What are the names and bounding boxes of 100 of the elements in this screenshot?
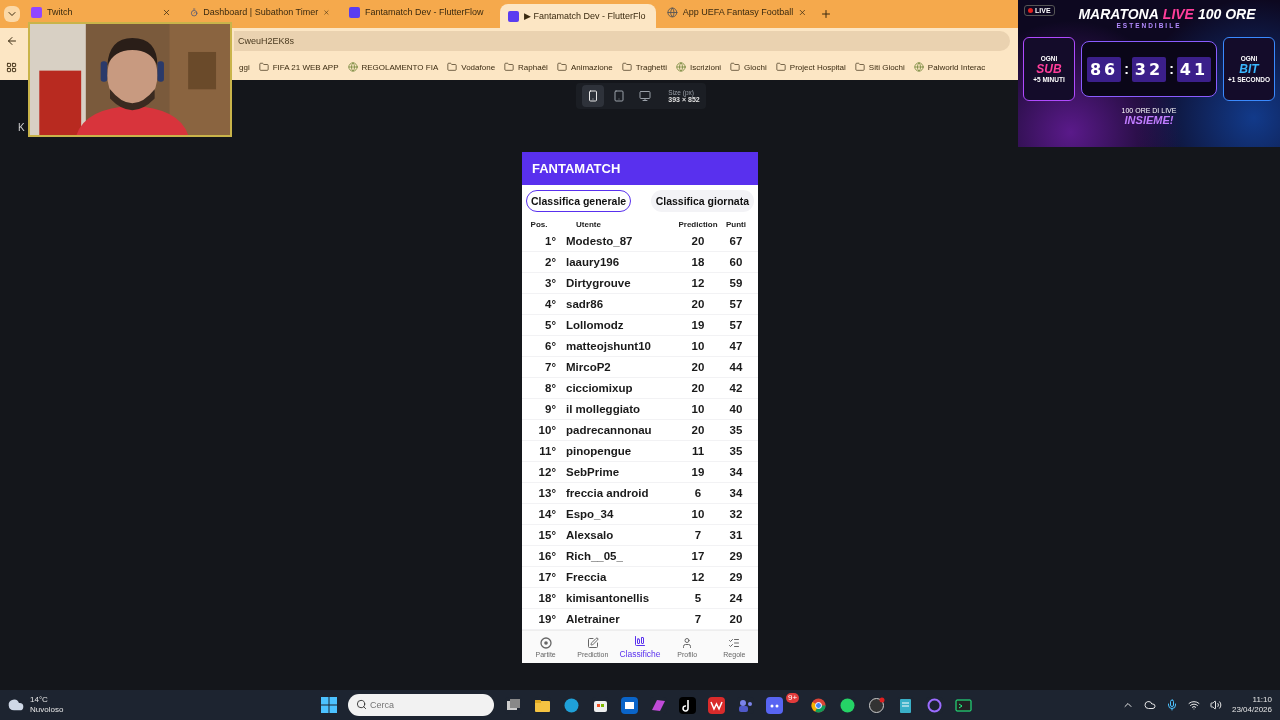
table-cell-text: 10 [690, 403, 706, 415]
table-cell-text: 17 [690, 550, 706, 562]
tablet-icon [613, 90, 626, 102]
table-cell-text: 19 [690, 319, 706, 331]
address-field[interactable]: CweuH2EK8s [234, 31, 1010, 51]
bookmark[interactable]: REGOLAMENTO FIA [347, 62, 439, 72]
bookmark[interactable]: FIFA 21 WEB APP [258, 62, 339, 72]
table-cell-text: kimisantonellis [565, 592, 651, 604]
table-cell-text: 17° [537, 571, 556, 583]
table-cell-text: Aletrainer [565, 613, 621, 625]
globe-icon [676, 62, 686, 72]
bookmark[interactable]: ggi [239, 62, 250, 72]
timer-digits: 41 [1176, 56, 1212, 82]
table-cell-text: 19 [690, 466, 706, 478]
mic-icon[interactable] [1165, 699, 1178, 711]
bookmark[interactable]: Giochi [730, 62, 767, 72]
table-cell-text: 6° [544, 340, 556, 352]
table-cell-text: Lollomodz [565, 319, 625, 331]
table-cell-text: 5° [544, 319, 556, 331]
note-icon [678, 695, 697, 715]
column-header: Pos. [529, 219, 549, 229]
table-cell-text: 32 [728, 508, 744, 520]
table-cell-text: Rich__05_ [565, 550, 624, 562]
bookmark[interactable]: Animazione [556, 62, 613, 72]
table-cell-text: padrecannonau [565, 424, 653, 436]
ranking-tab[interactable]: Classifica generale [526, 190, 632, 212]
browser-tab[interactable]: Fantamatch Dev - FlutterFlow [341, 4, 497, 20]
table-cell-text: 47 [728, 340, 744, 352]
table-cell-text: 57 [728, 319, 744, 331]
table-cell-text: 29 [728, 571, 744, 583]
browser-tab[interactable]: ▶ Fantamatch Dev - FlutterFlo [500, 4, 656, 28]
arrow-left-icon [6, 35, 18, 47]
taskbar-app[interactable] [678, 695, 697, 715]
app-logo-icon [349, 6, 360, 18]
table-cell-text: 15° [537, 529, 556, 541]
cloud-icon[interactable] [1143, 699, 1156, 711]
nav-item[interactable]: Classifiche [616, 631, 664, 663]
notification-badge: 9+ [786, 693, 800, 703]
table-cell-text: 59 [728, 277, 744, 289]
column-header: Punti [725, 219, 747, 229]
temperature: 14°C [30, 695, 49, 705]
network-icon[interactable] [1187, 699, 1200, 711]
device-button[interactable] [582, 85, 605, 107]
table-cell-text: sadr86 [565, 298, 605, 310]
panel-title: SUB [1036, 62, 1062, 76]
table-cell-text: 5 [693, 592, 703, 604]
bookmark[interactable]: Siti Giochi [854, 62, 905, 72]
cloud-icon [8, 697, 24, 713]
table-cell-text: 3° [544, 277, 556, 289]
bookmark[interactable]: Iscrizioni [676, 62, 722, 72]
folder-icon [258, 62, 269, 72]
table-cell-text: 20 [690, 382, 706, 394]
timer-digits: 32 [1131, 56, 1167, 82]
ball-icon [539, 636, 552, 649]
table-cell-text: il molleggiato [565, 403, 642, 415]
tab-list-button[interactable] [4, 6, 20, 22]
table-cell-text: 7 [693, 613, 703, 625]
table-cell-text: 8° [544, 382, 556, 394]
table-cell-text: 29 [728, 550, 744, 562]
table-cell-text: laaury196 [565, 256, 621, 268]
table-cell-text: 1° [544, 235, 556, 247]
search-field[interactable]: Cerca [348, 694, 494, 716]
user-icon [681, 636, 694, 649]
phone-icon [587, 90, 600, 102]
table-cell-text: SebPrime [565, 466, 621, 478]
table-cell-text: 34 [728, 487, 744, 499]
browser-tab[interactable]: App UEFA Fantasy Football [659, 4, 815, 20]
disc-icon [867, 695, 887, 715]
grid-icon [6, 61, 17, 73]
bookmark[interactable]: Traghetti [621, 62, 667, 72]
table-cell-text: 2° [544, 256, 556, 268]
table-cell-text: 12 [690, 571, 706, 583]
bookmark[interactable]: Vodafone [447, 62, 496, 72]
close-icon[interactable] [162, 7, 171, 17]
table-cell-text: 19° [537, 613, 556, 625]
table-cell-text: freccia android [565, 487, 650, 499]
table-cell-text: 13° [537, 487, 556, 499]
windows-logo-icon[interactable] [320, 696, 338, 714]
table-cell-text: 40 [728, 403, 744, 415]
speaker-icon[interactable] [1209, 699, 1222, 711]
table-cell-text: 6 [693, 487, 703, 499]
table-cell-text: 24 [728, 592, 744, 604]
browser-tab[interactable]: Dashboard | Subathon Timer [182, 4, 338, 20]
browser-tab[interactable]: Twitch [23, 4, 179, 20]
bookmark[interactable]: Palworld Interac [913, 62, 986, 72]
close-icon[interactable] [798, 7, 807, 17]
monitor-icon [639, 90, 652, 102]
bookmark[interactable]: Project Hospital [775, 62, 846, 72]
taskbar-app[interactable] [707, 695, 726, 715]
table-cell-text: 60 [728, 256, 744, 268]
panel-title: BIT [1239, 62, 1259, 76]
search-icon [356, 699, 367, 710]
globe-icon [667, 6, 678, 18]
taskbar-app[interactable] [867, 695, 887, 715]
ranking-tab[interactable]: Classifica giornata [650, 190, 754, 212]
taskbar-app[interactable] [620, 695, 639, 715]
bar-chart-icon [634, 635, 646, 647]
colon-separator: : [1169, 61, 1174, 77]
edit-icon [586, 636, 599, 649]
bookmark[interactable]: Raphaël [504, 62, 548, 72]
